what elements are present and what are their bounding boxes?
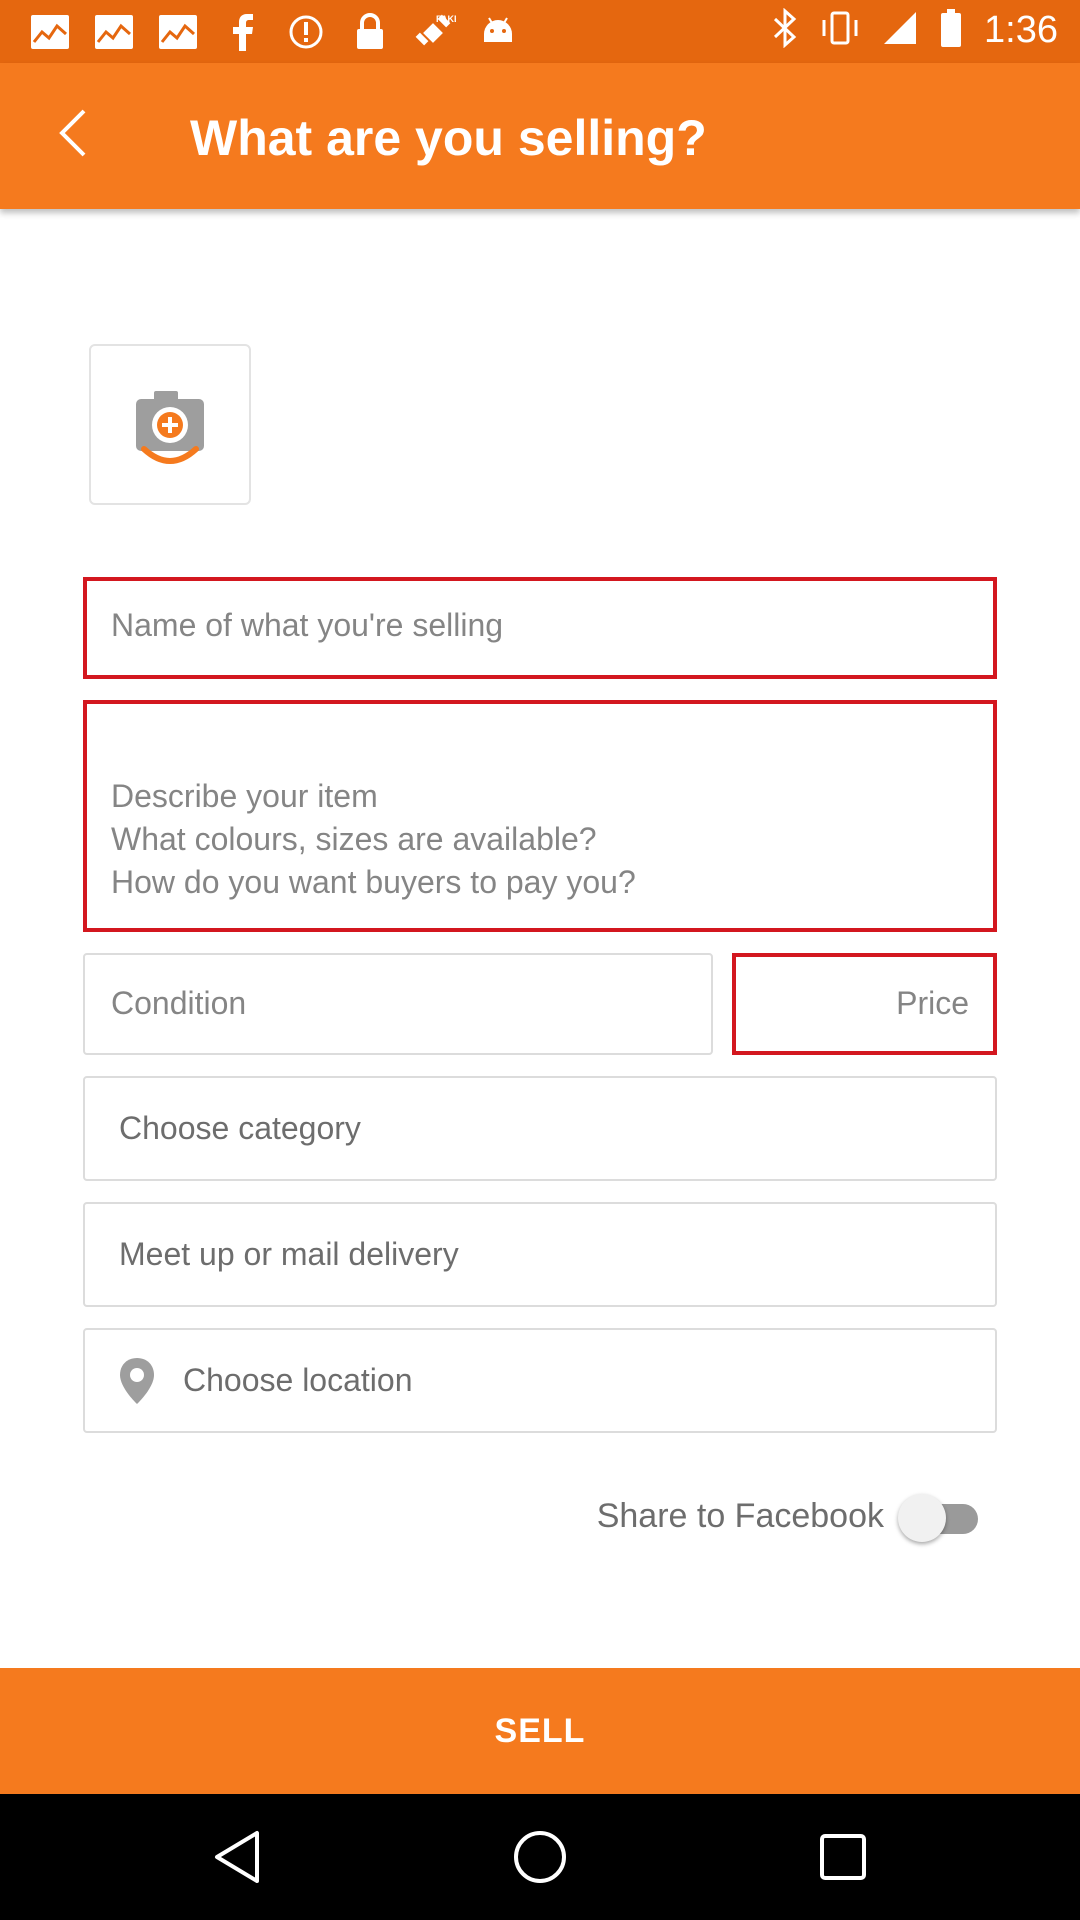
description-field[interactable]: Describe your item What colours, sizes a… xyxy=(83,700,997,932)
add-photo-camera-icon xyxy=(136,390,204,464)
app-bar: What are you selling? xyxy=(0,63,1080,209)
share-to-facebook-label: Share to Facebook xyxy=(596,1496,884,1535)
category-label: Choose category xyxy=(119,1110,361,1146)
back-arrow-icon xyxy=(59,109,86,157)
bluetooth-icon xyxy=(772,7,798,53)
signal-icon xyxy=(882,10,918,51)
navigation-bar xyxy=(0,1794,1080,1920)
choose-category-field[interactable]: Choose category xyxy=(83,1076,997,1181)
nav-recents-icon xyxy=(820,1834,866,1880)
lock-icon xyxy=(348,12,392,52)
toggle-thumb xyxy=(898,1494,946,1542)
fake-gps-icon: FAKE xyxy=(412,12,456,52)
delivery-method-field[interactable]: Meet up or mail delivery xyxy=(83,1202,997,1307)
item-name-placeholder: Name of what you're selling xyxy=(111,607,504,643)
choose-location-field[interactable]: Choose location xyxy=(83,1328,997,1433)
share-to-facebook-toggle[interactable] xyxy=(898,1490,984,1542)
location-label: Choose location xyxy=(183,1362,413,1398)
iifl-markets-icon xyxy=(28,12,72,52)
share-to-facebook-row: Share to Facebook xyxy=(597,1490,984,1542)
iifl-markets-icon xyxy=(156,12,200,52)
location-pin-icon xyxy=(117,1356,157,1414)
battery-icon xyxy=(940,8,962,53)
condition-placeholder: Condition xyxy=(111,985,247,1021)
price-field[interactable]: Price xyxy=(732,953,997,1055)
alert-icon xyxy=(284,12,328,52)
page-title: What are you selling? xyxy=(190,110,707,166)
status-bar: FAKE 1:36 xyxy=(0,0,1080,63)
system-status: 1:36 xyxy=(772,7,1058,53)
nav-home-button[interactable] xyxy=(507,1824,573,1890)
delivery-label: Meet up or mail delivery xyxy=(119,1236,459,1272)
add-photo-button[interactable] xyxy=(89,344,251,505)
iifl-markets-icon xyxy=(92,12,136,52)
vibrate-icon xyxy=(820,8,860,53)
nav-home-icon xyxy=(514,1831,566,1883)
price-placeholder: Price xyxy=(896,985,969,1021)
nav-back-icon xyxy=(215,1831,259,1883)
notification-icons: FAKE xyxy=(28,12,520,52)
back-button[interactable] xyxy=(44,103,104,163)
condition-field[interactable]: Condition xyxy=(83,953,713,1055)
android-icon xyxy=(476,12,520,52)
clock: 1:36 xyxy=(984,9,1058,51)
nav-recents-button[interactable] xyxy=(810,1824,876,1890)
svg-text:FAKE: FAKE xyxy=(436,14,456,24)
description-placeholder: Describe your item What colours, sizes a… xyxy=(111,778,636,900)
sell-button[interactable]: SELL xyxy=(0,1668,1080,1794)
sell-label: SELL xyxy=(494,1711,586,1750)
item-name-field[interactable]: Name of what you're selling xyxy=(83,577,997,679)
nav-back-button[interactable] xyxy=(204,1824,270,1890)
facebook-icon xyxy=(220,12,264,52)
